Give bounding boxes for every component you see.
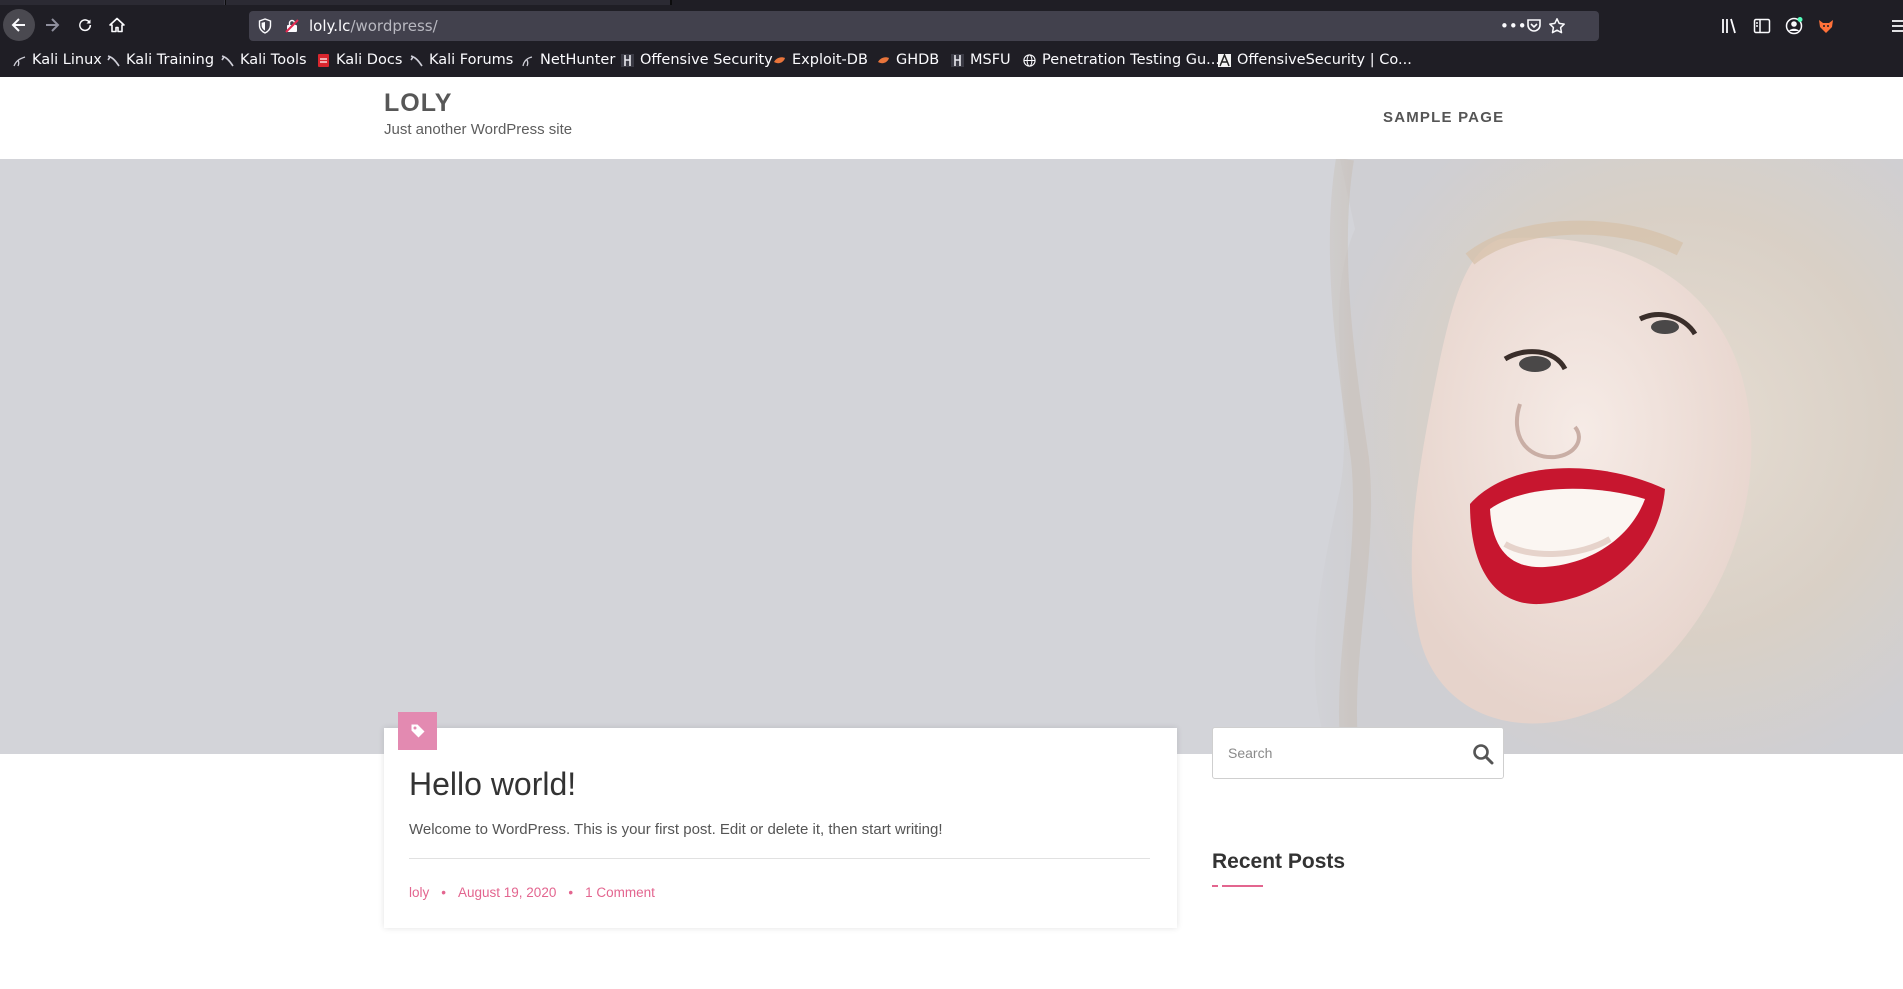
extension-fox-icon[interactable] (1816, 16, 1836, 36)
meta-separator: • (441, 885, 446, 900)
bookmark-kali-linux[interactable]: Kali Linux (13, 51, 102, 69)
sidebar-icon[interactable] (1752, 16, 1772, 36)
offsec-icon (621, 53, 634, 67)
url-path: /wordpress/ (350, 17, 438, 35)
kali-dragon-icon (221, 54, 234, 66)
exploitdb-icon (878, 56, 889, 63)
post-meta: loly • August 19, 2020 • 1 Comment (409, 885, 655, 900)
arrow-right-icon (46, 18, 60, 32)
post-date-link[interactable]: August 19, 2020 (458, 885, 556, 900)
bookmark-label: NetHunter (540, 52, 616, 68)
post-format-tag[interactable] (398, 712, 437, 750)
url-host: loly.lc (309, 17, 351, 35)
post-divider (409, 858, 1150, 859)
hero-portrait-illustration (0, 159, 1903, 754)
post-excerpt: Welcome to WordPress. This is your first… (409, 821, 943, 838)
offsec-icon (1218, 53, 1231, 67)
bookmark-ghdb[interactable]: GHDB (877, 51, 939, 69)
navigation-toolbar: loly.lc/wordpress/ ••• (0, 5, 1903, 45)
post-title[interactable]: Hello world! (409, 766, 576, 803)
site-header: LOLY Just another WordPress site SAMPLE … (0, 77, 1903, 159)
account-icon[interactable] (1784, 16, 1804, 36)
tracking-shield-icon[interactable] (258, 18, 272, 34)
globe-icon (1023, 53, 1036, 67)
arrow-left-icon (11, 18, 25, 32)
bookmarks-toolbar: Kali Linux Kali Training Kali Tools Kali… (0, 45, 1903, 75)
site-title[interactable]: LOLY (384, 89, 452, 118)
bookmark-label: Kali Linux (32, 52, 102, 68)
bookmark-label: Kali Docs (336, 52, 403, 68)
bookmark-nethunter[interactable]: NetHunter (521, 51, 615, 69)
home-icon (109, 17, 125, 33)
bookmark-offensivesecurity-courses[interactable]: OffensiveSecurity | Co... (1218, 51, 1412, 69)
meta-separator: • (568, 885, 574, 900)
heading-underline (1212, 885, 1263, 888)
exploitdb-icon (774, 56, 785, 63)
bookmark-label: MSFU (970, 52, 1011, 68)
reload-button[interactable] (69, 9, 101, 41)
url-text[interactable]: loly.lc/wordpress/ (309, 17, 438, 35)
bookmark-label: OffensiveSecurity | Co... (1237, 52, 1412, 68)
bookmark-kali-docs[interactable]: Kali Docs (317, 51, 402, 69)
search-input[interactable] (1214, 729, 1454, 777)
bookmark-kali-tools[interactable]: Kali Tools (221, 51, 307, 69)
bookmark-penetration-testing-guide[interactable]: Penetration Testing Gu... (1023, 51, 1220, 69)
browser-chrome: loly.lc/wordpress/ ••• Kali Linux Kali T… (0, 0, 1903, 77)
library-icon[interactable] (1720, 16, 1740, 36)
page-actions-menu-icon[interactable]: ••• (1500, 17, 1527, 35)
back-button[interactable] (3, 9, 35, 41)
home-button[interactable] (101, 9, 133, 41)
recent-posts-heading: Recent Posts (1212, 850, 1346, 873)
hamburger-menu-icon[interactable] (1890, 16, 1903, 36)
kali-docs-icon (318, 53, 329, 67)
bookmark-label: Penetration Testing Gu... (1042, 52, 1221, 68)
bookmark-label: Kali Tools (240, 52, 307, 68)
forward-button[interactable] (36, 9, 68, 41)
bookmark-exploit-db[interactable]: Exploit-DB (773, 51, 868, 69)
bookmark-kali-training[interactable]: Kali Training (107, 51, 214, 69)
offsec-icon (951, 53, 964, 67)
bookmark-label: GHDB (896, 52, 940, 68)
bookmark-kali-forums[interactable]: Kali Forums (410, 51, 513, 69)
pocket-icon[interactable] (1525, 17, 1543, 35)
tag-icon (411, 724, 424, 738)
hero-image (0, 159, 1903, 754)
menu-item-sample-page[interactable]: SAMPLE PAGE (1383, 109, 1504, 126)
address-bar[interactable]: loly.lc/wordpress/ ••• (249, 11, 1599, 41)
bookmark-label: Exploit-DB (792, 52, 868, 68)
bookmark-label: Kali Training (126, 52, 215, 68)
bookmark-label: Kali Forums (429, 52, 514, 68)
kali-dragon-icon (107, 54, 120, 66)
bookmark-label: Offensive Security (640, 52, 773, 68)
bookmark-msfu[interactable]: MSFU (951, 51, 1011, 69)
search-icon[interactable] (1471, 742, 1495, 766)
bookmark-star-icon[interactable] (1548, 17, 1566, 35)
post-comments-link[interactable]: 1 Comment (585, 885, 655, 900)
site-tagline: Just another WordPress site (384, 121, 573, 138)
nethunter-icon (522, 55, 533, 66)
kali-dragon-icon (13, 55, 26, 66)
post-author-link[interactable]: loly (409, 885, 429, 900)
insecure-lock-icon[interactable] (285, 19, 299, 33)
reload-icon (79, 19, 92, 32)
search-widget (1212, 727, 1504, 779)
kali-dragon-icon (410, 54, 423, 66)
bookmark-offensive-security[interactable]: Offensive Security (621, 51, 773, 69)
